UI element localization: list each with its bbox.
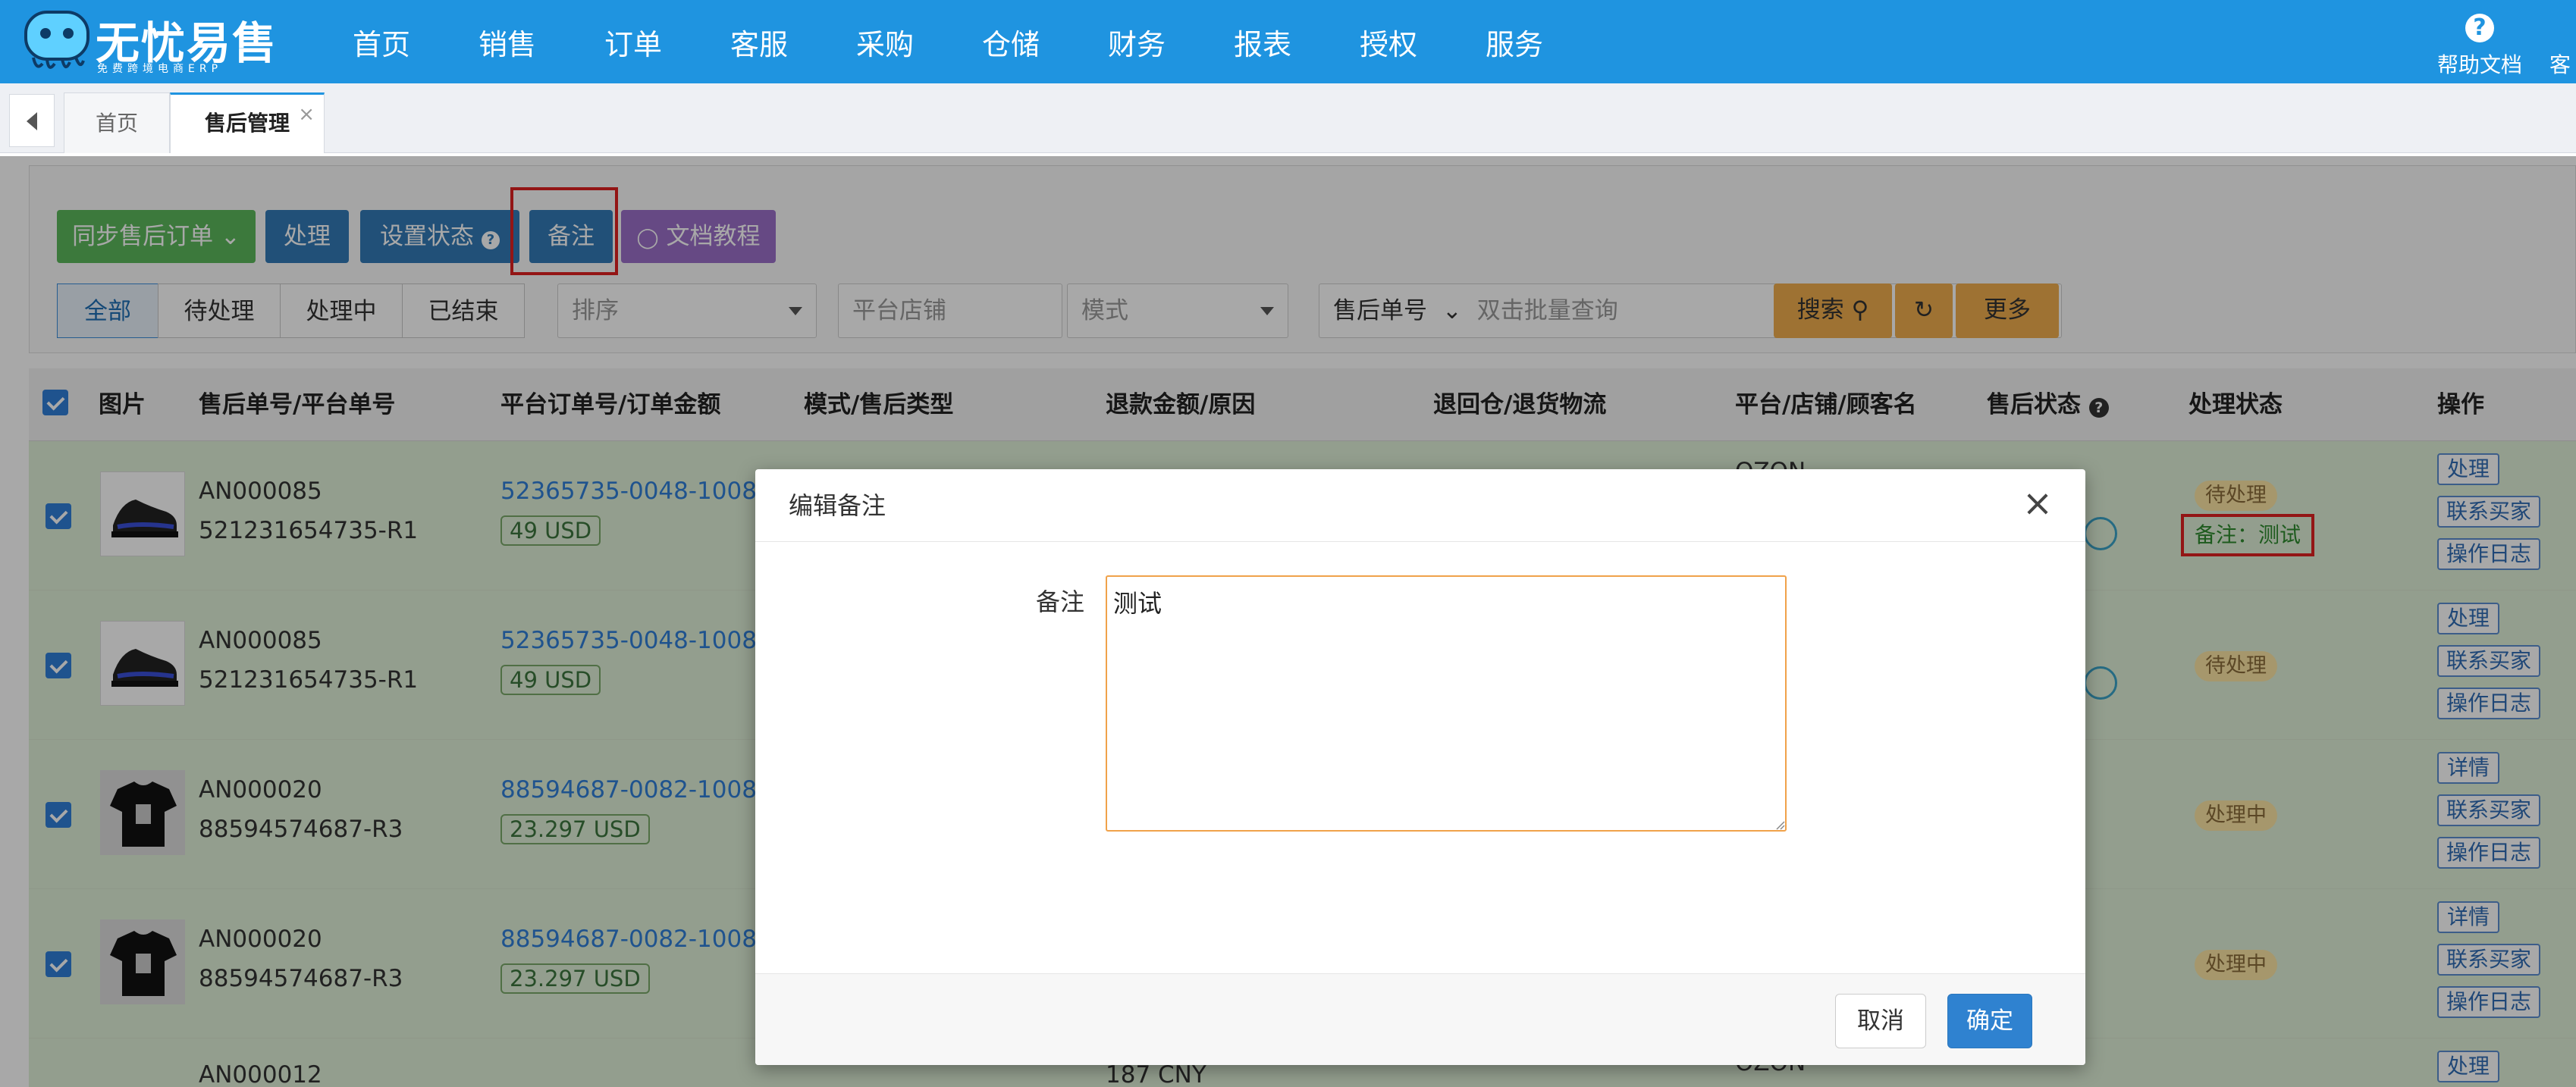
tab-scroll-left-button[interactable]	[9, 94, 55, 147]
nav-item-sales[interactable]: 销售	[444, 0, 570, 83]
brand-tagline: 免费跨境电商ERP	[97, 63, 223, 75]
nav-item-finance[interactable]: 财务	[1074, 0, 1200, 83]
main-nav: 首页 销售 订单 客服 采购 仓储 财务 报表 授权 服务	[318, 0, 1577, 83]
help-icon: ?	[2465, 14, 2494, 42]
cancel-button[interactable]: 取消	[1835, 994, 1926, 1048]
tab-home[interactable]: 首页	[64, 92, 170, 153]
nav-item-orders[interactable]: 订单	[570, 0, 696, 83]
close-icon[interactable]: ×	[2019, 485, 2057, 524]
tab-after-sales-label: 售后管理	[204, 111, 290, 136]
edit-remark-dialog: 编辑备注 × 备注 测试 取消 确定	[755, 469, 2085, 1065]
nav-item-purchasing[interactable]: 采购	[822, 0, 948, 83]
confirm-button[interactable]: 确定	[1947, 994, 2032, 1048]
nav-item-customer-service[interactable]: 客服	[696, 0, 822, 83]
resize-grip-icon[interactable]	[1774, 819, 1785, 830]
close-icon[interactable]: ×	[298, 86, 315, 143]
dialog-title: 编辑备注	[789, 491, 886, 520]
dialog-header: 编辑备注 ×	[755, 469, 2085, 542]
brand-logo[interactable]: 无忧易售 免费跨境电商ERP	[23, 8, 276, 77]
nav-item-authorization[interactable]: 授权	[1326, 0, 1451, 83]
nav-item-services[interactable]: 服务	[1451, 0, 1577, 83]
remark-textarea[interactable]: 测试	[1106, 575, 1787, 832]
page-tab-strip: 首页 售后管理 ×	[0, 83, 2576, 153]
nav-item-home[interactable]: 首页	[318, 0, 444, 83]
chevron-left-icon	[27, 112, 37, 130]
help-docs-button[interactable]: ? 帮助文档	[2430, 14, 2529, 79]
octopus-mascot-icon	[24, 11, 89, 69]
dialog-footer: 取消 确定	[755, 973, 2085, 1065]
top-navigation-bar: 无忧易售 免费跨境电商ERP 首页 销售 订单 客服 采购 仓储 财务 报表 授…	[0, 0, 2576, 83]
tab-after-sales[interactable]: 售后管理 ×	[170, 92, 325, 153]
help-docs-label: 帮助文档	[2436, 52, 2522, 77]
customer-service-link[interactable]: 客	[2549, 49, 2571, 79]
remark-field-label: 备注	[1036, 587, 1085, 616]
nav-item-reports[interactable]: 报表	[1200, 0, 1326, 83]
nav-item-warehouse[interactable]: 仓储	[948, 0, 1074, 83]
